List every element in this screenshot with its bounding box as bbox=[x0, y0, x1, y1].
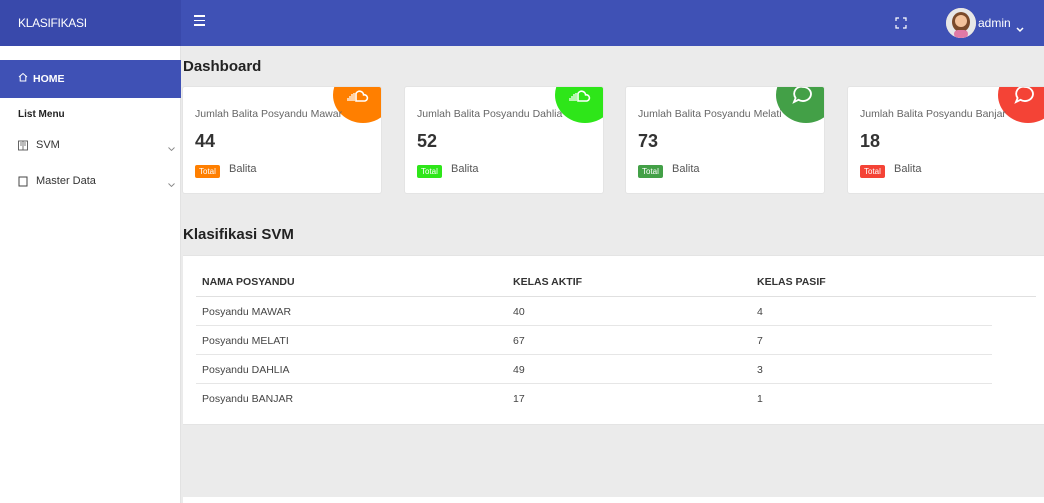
card-value: 52 bbox=[417, 131, 438, 151]
home-icon bbox=[18, 60, 28, 98]
card-unit: Balita bbox=[672, 163, 700, 175]
table-cell: Posyandu MELATI bbox=[202, 335, 289, 347]
square-icon bbox=[18, 176, 28, 187]
stat-card-banjar: Jumlah Balita Posyandu Banjar 18 Total B… bbox=[847, 86, 1044, 194]
card-unit: Balita bbox=[894, 163, 922, 175]
card-unit: Balita bbox=[229, 163, 257, 175]
table-row: Posyandu MAWAR 40 4 bbox=[196, 297, 992, 326]
sidebar-item-master-data[interactable]: Master Data bbox=[18, 173, 178, 191]
card-title: Jumlah Balita Posyandu Dahlia bbox=[417, 108, 563, 120]
table-cell: Posyandu DAHLIA bbox=[202, 364, 290, 376]
page-title: Dashboard bbox=[183, 58, 262, 75]
sidebar-item-svm[interactable]: SVM bbox=[18, 137, 178, 155]
sidebar-item-label: HOME bbox=[33, 73, 65, 85]
sidebar-section-label: List Menu bbox=[18, 109, 65, 120]
user-menu-label[interactable]: admin bbox=[978, 0, 1011, 46]
table-header: KELAS AKTIF bbox=[513, 276, 583, 288]
table-cell: 4 bbox=[757, 306, 763, 318]
stat-card-melati: Jumlah Balita Posyandu Melati 73 Total B… bbox=[625, 86, 825, 194]
chevron-down-icon[interactable] bbox=[1016, 20, 1024, 33]
status-badge: Total bbox=[195, 165, 220, 178]
table-cell: Posyandu BANJAR bbox=[202, 393, 294, 405]
top-navbar: KLASIFIKASI admin bbox=[0, 0, 1044, 46]
soundcloud-icon bbox=[569, 90, 591, 102]
card-unit: Balita bbox=[451, 163, 479, 175]
menu-toggle-icon[interactable] bbox=[194, 15, 206, 29]
status-badge: Total bbox=[417, 165, 442, 178]
table-header: KELAS PASIF bbox=[757, 276, 826, 288]
card-value: 18 bbox=[860, 131, 881, 151]
table-cell: 49 bbox=[513, 364, 525, 376]
table-cell: 67 bbox=[513, 335, 525, 347]
table-cell: 17 bbox=[513, 393, 525, 405]
fullscreen-icon[interactable] bbox=[895, 16, 907, 29]
card-title: Jumlah Balita Posyandu Mawar bbox=[195, 108, 343, 120]
avatar[interactable] bbox=[946, 8, 976, 38]
table-row: Posyandu BANJAR 17 1 bbox=[196, 384, 992, 413]
section-title: Klasifikasi SVM bbox=[183, 226, 294, 243]
brand-title[interactable]: KLASIFIKASI bbox=[0, 0, 181, 46]
chat-icon bbox=[792, 87, 812, 104]
chevron-down-icon bbox=[168, 179, 175, 188]
card-title: Jumlah Balita Posyandu Melati bbox=[638, 108, 782, 120]
status-badge: Total bbox=[860, 165, 885, 178]
card-value: 44 bbox=[195, 131, 216, 151]
table-cell: 40 bbox=[513, 306, 525, 318]
sidebar-item-label: SVM bbox=[36, 139, 60, 151]
table-cell: 7 bbox=[757, 335, 763, 347]
chat-icon bbox=[1014, 87, 1034, 104]
table-cell: 1 bbox=[757, 393, 763, 405]
stat-card-mawar: Jumlah Balita Posyandu Mawar 44 Total Ba… bbox=[182, 86, 382, 194]
status-badge: Total bbox=[638, 165, 663, 178]
book-icon bbox=[18, 140, 28, 151]
table-cell: Posyandu MAWAR bbox=[202, 306, 292, 318]
sidebar-item-label: Master Data bbox=[36, 175, 96, 187]
svm-table: NAMA POSYANDU KELAS AKTIF KELAS PASIF Po… bbox=[183, 255, 1044, 425]
sidebar-item-home[interactable]: HOME bbox=[0, 60, 181, 98]
card-title: Jumlah Balita Posyandu Banjar bbox=[860, 108, 1006, 120]
table-row: Posyandu DAHLIA 49 3 bbox=[196, 355, 992, 384]
table-header: NAMA POSYANDU bbox=[202, 276, 295, 288]
soundcloud-icon bbox=[347, 90, 369, 102]
card-value: 73 bbox=[638, 131, 659, 151]
stat-card-dahlia: Jumlah Balita Posyandu Dahlia 52 Total B… bbox=[404, 86, 604, 194]
sidebar: HOME List Menu SVM Master Data bbox=[0, 46, 181, 503]
card-icon-badge bbox=[555, 87, 603, 123]
chevron-down-icon bbox=[168, 143, 175, 152]
card-icon-badge bbox=[776, 87, 824, 123]
table-row: Posyandu MELATI 67 7 bbox=[196, 326, 992, 355]
footer bbox=[183, 497, 1044, 503]
table-cell: 3 bbox=[757, 364, 763, 376]
